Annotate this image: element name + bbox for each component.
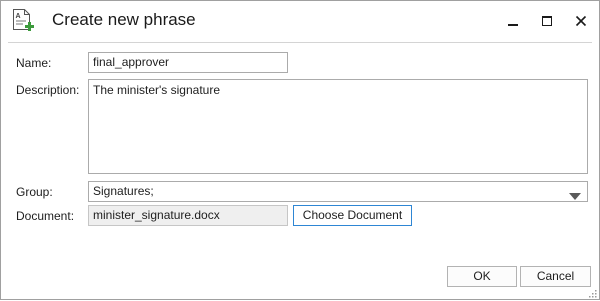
cancel-button[interactable]: Cancel	[520, 266, 591, 287]
resize-grip-icon[interactable]	[587, 287, 597, 298]
svg-text:A: A	[16, 13, 21, 20]
ok-button[interactable]: OK	[447, 266, 517, 287]
description-label: Description:	[16, 83, 80, 97]
close-icon[interactable]	[569, 9, 593, 33]
create-phrase-dialog: A Create new phrase Name: final_approver…	[0, 0, 600, 300]
description-field[interactable]: The minister's signature	[88, 79, 588, 174]
choose-document-button[interactable]: Choose Document	[293, 205, 412, 226]
minimize-icon[interactable]	[501, 9, 525, 33]
name-label: Name:	[16, 56, 52, 70]
document-label: Document:	[16, 209, 75, 223]
chevron-down-icon[interactable]	[569, 188, 581, 200]
group-selected-value: Signatures;	[93, 184, 154, 198]
dialog-title: Create new phrase	[52, 10, 196, 29]
title-bar[interactable]: A Create new phrase	[1, 1, 599, 41]
maximize-icon[interactable]	[535, 9, 559, 33]
phrase-document-add-icon: A	[11, 8, 35, 34]
name-field[interactable]: final_approver	[88, 52, 288, 73]
group-dropdown[interactable]: Signatures;	[88, 181, 588, 202]
group-label: Group:	[16, 185, 53, 199]
document-field: minister_signature.docx	[88, 205, 288, 226]
title-separator	[8, 42, 592, 43]
